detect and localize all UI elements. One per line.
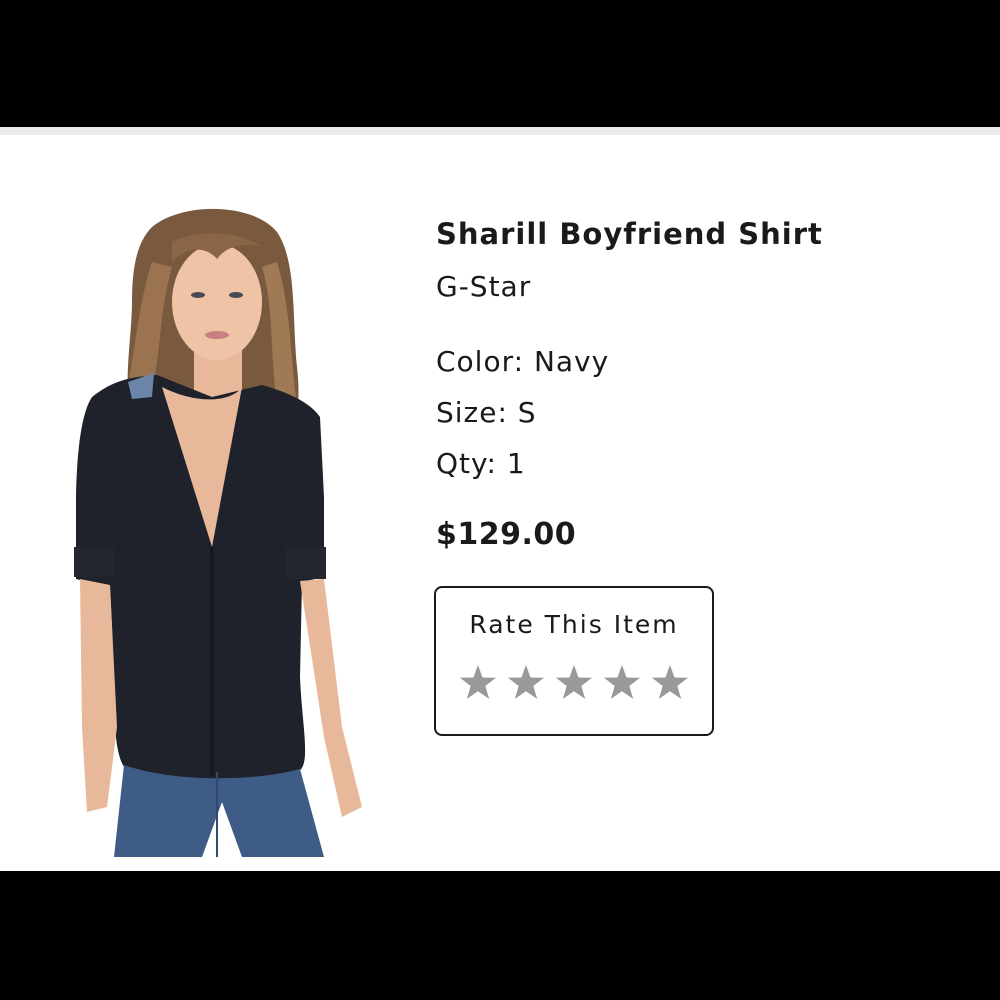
star-icon[interactable] — [458, 663, 498, 703]
rate-item-box: Rate This Item — [434, 586, 714, 736]
product-size: Size: S — [436, 396, 537, 429]
star-icon[interactable] — [650, 663, 690, 703]
star-icon[interactable] — [602, 663, 642, 703]
product-title[interactable]: Sharill Boyfriend Shirt — [436, 217, 823, 251]
product-image — [62, 207, 382, 857]
top-black-bar — [0, 0, 1000, 127]
product-quantity: Qty: 1 — [436, 447, 526, 480]
product-price: $129.00 — [436, 517, 577, 552]
rating-stars — [458, 663, 698, 707]
product-card: Sharill Boyfriend Shirt G-Star Color: Na… — [0, 127, 1000, 871]
header-divider — [0, 127, 1000, 135]
product-photo-illustration — [74, 208, 362, 857]
product-color: Color: Navy — [436, 345, 610, 378]
product-brand[interactable]: G-Star — [436, 270, 531, 303]
bottom-black-bar — [0, 871, 1000, 1000]
star-icon[interactable] — [554, 663, 594, 703]
star-icon[interactable] — [506, 663, 546, 703]
rate-item-title: Rate This Item — [469, 610, 679, 639]
